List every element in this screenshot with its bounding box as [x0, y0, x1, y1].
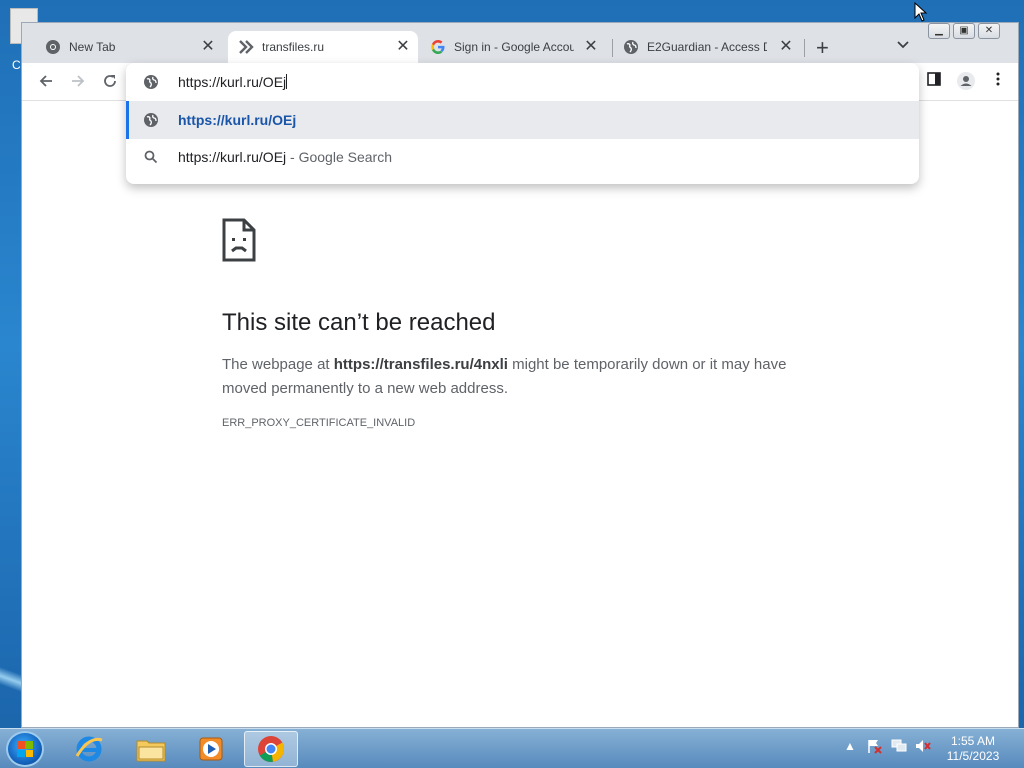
- tab-title: transfiles.ru: [262, 40, 325, 54]
- omnibox-suggestion-search[interactable]: https://kurl.ru/OEj - Google Search: [126, 138, 919, 176]
- tab-new-tab[interactable]: New Tab ✕: [45, 31, 221, 63]
- taskbar-file-explorer[interactable]: [124, 731, 178, 767]
- minimize-button[interactable]: ▁: [928, 23, 950, 39]
- network-icon[interactable]: [890, 738, 908, 757]
- internet-explorer-icon: [75, 736, 103, 762]
- close-icon[interactable]: ✕: [394, 38, 412, 56]
- omnibox-dropdown: https://kurl.ru/OEj https://kurl.ru/OEj …: [126, 63, 919, 184]
- close-window-button[interactable]: ✕: [978, 23, 1000, 39]
- address-input[interactable]: https://kurl.ru/OEj: [178, 74, 288, 90]
- text-caret: [286, 74, 288, 89]
- chrome-icon: [45, 39, 61, 55]
- tab-separator: [612, 39, 613, 57]
- google-g-icon: [430, 39, 446, 55]
- tab-title: Sign in - Google Accounts: [454, 40, 574, 54]
- tab-title: E2Guardian - Access Denied: [647, 40, 767, 54]
- forward-arrow-icon: [72, 75, 85, 87]
- menu-button[interactable]: [986, 71, 1010, 95]
- new-tab-button[interactable]: +: [816, 35, 829, 61]
- globe-icon: [623, 39, 639, 55]
- address-input-value: https://kurl.ru/OEj: [178, 74, 287, 90]
- desktop-icon-label: C: [12, 58, 21, 72]
- tab-search-chevron-icon[interactable]: [897, 37, 909, 52]
- volume-muted-icon[interactable]: [914, 738, 932, 757]
- tab-transfiles[interactable]: transfiles.ru ✕: [228, 31, 418, 63]
- system-clock[interactable]: 1:55 AM 11/5/2023: [944, 734, 1002, 764]
- suggestion-query: https://kurl.ru/OEj: [178, 149, 287, 165]
- globe-icon: [143, 112, 159, 131]
- double-chevron-icon: [238, 39, 254, 55]
- reload-icon: [104, 75, 116, 87]
- tab-separator: [804, 39, 805, 57]
- windows-logo-icon: [17, 741, 33, 757]
- mouse-cursor-icon: [914, 1, 928, 27]
- suggestion-text: https://kurl.ru/OEj - Google Search: [178, 149, 392, 165]
- show-hidden-icons-button[interactable]: ▲: [844, 739, 856, 753]
- close-icon[interactable]: ✕: [582, 38, 600, 56]
- clock-time: 1:55 AM: [950, 734, 996, 748]
- sad-page-icon: [222, 218, 256, 267]
- close-icon[interactable]: ✕: [777, 38, 795, 56]
- search-icon: [143, 149, 159, 168]
- avatar-icon: [957, 72, 975, 90]
- error-desc-before: The webpage at: [222, 356, 334, 373]
- reload-button[interactable]: [98, 71, 122, 95]
- taskbar-media-player[interactable]: [184, 731, 238, 767]
- omnibox-suggestion-url[interactable]: https://kurl.ru/OEj: [126, 101, 919, 139]
- close-icon[interactable]: ✕: [199, 38, 217, 56]
- suggestion-suffix: - Google Search: [286, 149, 392, 165]
- action-center-flag-icon[interactable]: [866, 738, 882, 757]
- browser-window: New Tab ✕ transfiles.ru ✕ Sign in - Goog…: [21, 22, 1019, 728]
- tab-e2guardian[interactable]: E2Guardian - Access Denied ✕: [623, 31, 799, 63]
- taskbar-chrome[interactable]: [244, 731, 298, 767]
- clock-date: 11/5/2023: [946, 749, 1000, 763]
- side-panel-button[interactable]: [922, 71, 946, 95]
- back-arrow-icon: [39, 75, 52, 87]
- globe-icon: [143, 74, 159, 95]
- error-title: This site can’t be reached: [222, 309, 496, 336]
- profile-button[interactable]: [954, 71, 978, 95]
- taskbar-internet-explorer[interactable]: [62, 731, 116, 767]
- side-panel-icon: [927, 72, 941, 86]
- kebab-menu-icon: [996, 72, 1000, 86]
- forward-button[interactable]: [66, 71, 90, 95]
- address-bar[interactable]: https://kurl.ru/OEj: [126, 63, 919, 101]
- error-description: The webpage at https://transfiles.ru/4nx…: [222, 353, 822, 401]
- file-explorer-icon: [136, 740, 166, 762]
- error-url: https://transfiles.ru/4nxli: [333, 356, 508, 373]
- start-button[interactable]: [6, 731, 44, 767]
- error-code: ERR_PROXY_CERTIFICATE_INVALID: [222, 417, 416, 429]
- maximize-button[interactable]: ▣: [953, 23, 975, 39]
- tab-strip: New Tab ✕ transfiles.ru ✕ Sign in - Goog…: [22, 23, 1018, 63]
- media-player-icon: [199, 737, 223, 761]
- taskbar: ▲ 1:55 AM 11/5/2023: [0, 728, 1024, 768]
- back-button[interactable]: [34, 71, 58, 95]
- tab-title: New Tab: [69, 40, 116, 54]
- tab-google-signin[interactable]: Sign in - Google Accounts ✕: [430, 31, 604, 63]
- chrome-icon: [258, 736, 285, 762]
- suggestion-text: https://kurl.ru/OEj: [178, 112, 297, 128]
- window-controls: ▁ ▣ ✕: [928, 23, 1000, 39]
